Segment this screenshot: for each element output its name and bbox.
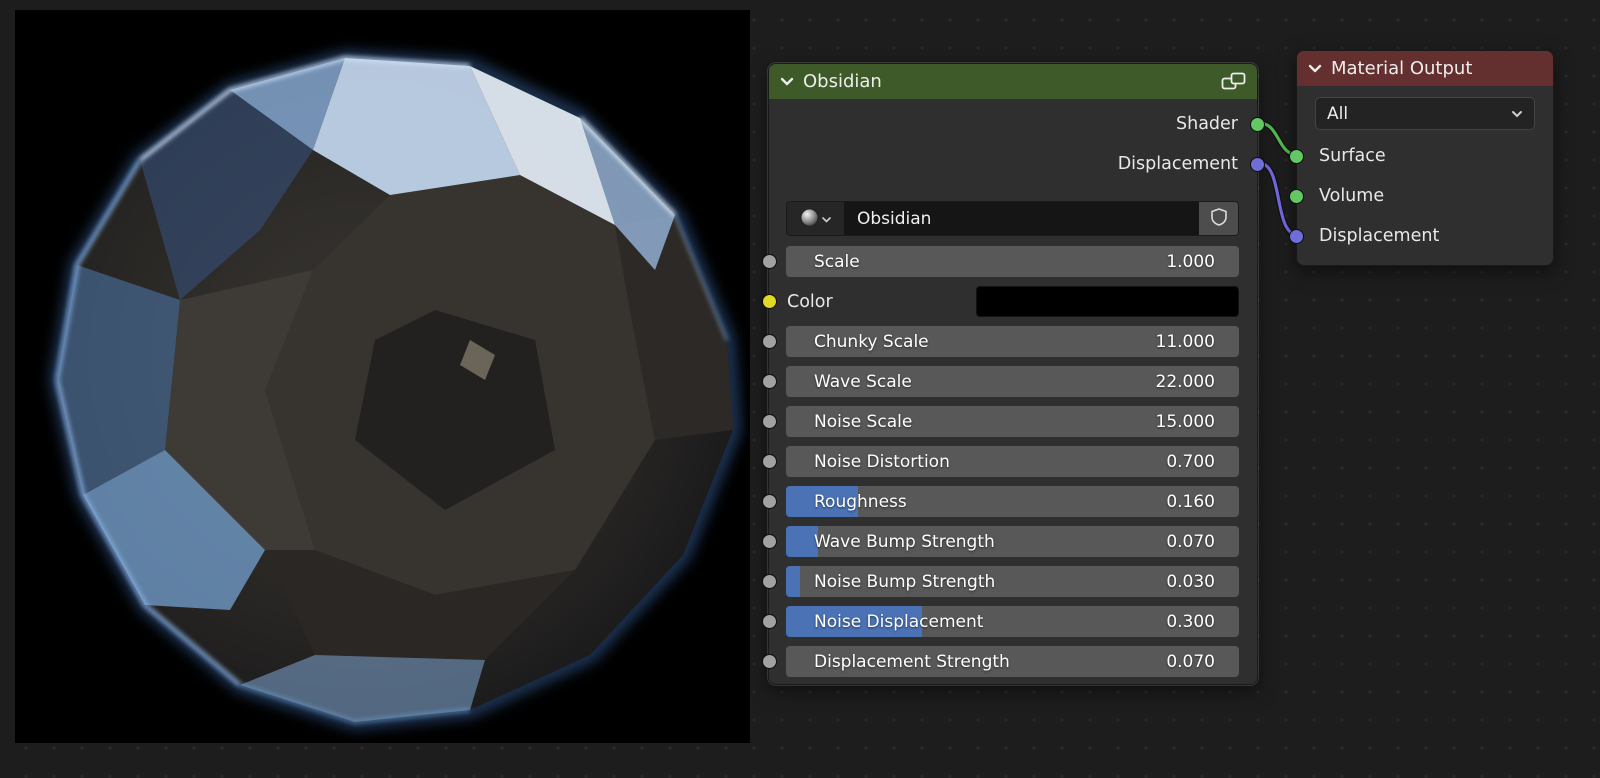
node-editor-canvas[interactable]: Obsidian Shader Displacement	[0, 0, 1600, 778]
scale-input-socket[interactable]	[762, 254, 777, 269]
roughness-input-socket[interactable]	[762, 494, 777, 509]
render-preview	[15, 10, 750, 743]
slider-label: Displacement Strength	[814, 652, 1010, 672]
slider-label: Roughness	[814, 492, 907, 512]
slider-value: 0.300	[1166, 612, 1215, 632]
noise-distortion-slider[interactable]: Noise Distortion 0.700	[786, 446, 1239, 477]
input-row-displacement-strength: Displacement Strength 0.070	[786, 646, 1239, 677]
input-row-color: Color	[786, 286, 1239, 317]
input-row-wave-bump-strength: Wave Bump Strength 0.070	[786, 526, 1239, 557]
surface-input-label: Surface	[1319, 146, 1386, 166]
displacement-output-socket[interactable]	[1250, 157, 1265, 172]
displacement-input-socket[interactable]	[1289, 229, 1304, 244]
input-row-scale: Scale 1.000	[786, 246, 1239, 277]
shader-output-label: Shader	[1176, 114, 1238, 134]
slider-label: Noise Displacement	[814, 612, 983, 632]
slider-value: 1.000	[1166, 252, 1215, 272]
obsidian-rock-render	[15, 10, 750, 743]
noise-bump-strength-slider[interactable]: Noise Bump Strength 0.030	[786, 566, 1239, 597]
noise-displacement-slider[interactable]: Noise Displacement 0.300	[786, 606, 1239, 637]
wave-scale-slider[interactable]: Wave Scale 22.000	[786, 366, 1239, 397]
volume-input-socket[interactable]	[1289, 189, 1304, 204]
input-row-noise-displacement: Noise Displacement 0.300	[786, 606, 1239, 637]
collapse-chevron-icon[interactable]	[1308, 64, 1322, 73]
input-row-noise-scale: Noise Scale 15.000	[786, 406, 1239, 437]
slider-label: Scale	[814, 252, 860, 272]
noise-scale-input-socket[interactable]	[762, 414, 777, 429]
material-name-field[interactable]: Obsidian	[844, 201, 1199, 236]
input-row-wave-scale: Wave Scale 22.000	[786, 366, 1239, 397]
wave-scale-input-socket[interactable]	[762, 374, 777, 389]
volume-input-label: Volume	[1319, 186, 1384, 206]
noise-displacement-input-socket[interactable]	[762, 614, 777, 629]
material-browse-button[interactable]	[786, 201, 844, 236]
shield-icon	[1211, 208, 1227, 229]
slider-value: 0.030	[1166, 572, 1215, 592]
material-output-node[interactable]: Material Output All Surface Volume Displ…	[1296, 50, 1554, 266]
chunky-scale-slider[interactable]: Chunky Scale 11.000	[786, 326, 1239, 357]
slider-value: 0.700	[1166, 452, 1215, 472]
fake-user-button[interactable]	[1199, 201, 1239, 236]
slider-fill	[786, 566, 800, 597]
displacement-input-label: Displacement	[1319, 226, 1439, 246]
slider-label: Noise Scale	[814, 412, 912, 432]
input-row-noise-distortion: Noise Distortion 0.700	[786, 446, 1239, 477]
target-dropdown[interactable]: All	[1315, 97, 1535, 130]
obsidian-node-header[interactable]: Obsidian	[769, 64, 1257, 99]
slider-label: Chunky Scale	[814, 332, 929, 352]
noise-distortion-input-socket[interactable]	[762, 454, 777, 469]
shader-output-socket[interactable]	[1250, 117, 1265, 132]
material-sphere-icon	[800, 208, 819, 230]
input-row-chunky-scale: Chunky Scale 11.000	[786, 326, 1239, 357]
noise-scale-slider[interactable]: Noise Scale 15.000	[786, 406, 1239, 437]
slider-value: 0.070	[1166, 532, 1215, 552]
slider-label: Noise Bump Strength	[814, 572, 995, 592]
surface-input-socket[interactable]	[1289, 149, 1304, 164]
scale-slider[interactable]: Scale 1.000	[786, 246, 1239, 277]
obsidian-input-rows: Scale 1.000 Color Chunky Scale 11.000 Wave Sc…	[786, 246, 1239, 686]
obsidian-node-title: Obsidian	[803, 71, 882, 92]
noise-bump-strength-input-socket[interactable]	[762, 574, 777, 589]
material-selector-row: Obsidian	[786, 201, 1239, 236]
target-dropdown-value: All	[1327, 104, 1348, 124]
displacement-strength-input-socket[interactable]	[762, 654, 777, 669]
slider-value: 15.000	[1156, 412, 1215, 432]
displacement-strength-slider[interactable]: Displacement Strength 0.070	[786, 646, 1239, 677]
slider-value: 22.000	[1156, 372, 1215, 392]
node-group-icon	[1221, 72, 1246, 91]
slider-value: 0.160	[1166, 492, 1215, 512]
collapse-chevron-icon[interactable]	[780, 77, 794, 86]
material-output-title: Material Output	[1331, 58, 1472, 79]
browse-chevron-icon	[822, 211, 831, 226]
slider-label: Noise Distortion	[814, 452, 950, 472]
roughness-slider[interactable]: Roughness 0.160	[786, 486, 1239, 517]
slider-fill	[786, 526, 818, 557]
input-row-roughness: Roughness 0.160	[786, 486, 1239, 517]
color-swatch[interactable]	[976, 286, 1239, 317]
wave-bump-strength-input-socket[interactable]	[762, 534, 777, 549]
dropdown-chevron-icon	[1511, 110, 1523, 118]
slider-value: 0.070	[1166, 652, 1215, 672]
chunky-scale-input-socket[interactable]	[762, 334, 777, 349]
slider-label: Wave Bump Strength	[814, 532, 995, 552]
material-output-header[interactable]: Material Output	[1297, 51, 1553, 86]
slider-label: Wave Scale	[814, 372, 912, 392]
wave-bump-strength-slider[interactable]: Wave Bump Strength 0.070	[786, 526, 1239, 557]
color-row-label: Color	[787, 292, 833, 312]
obsidian-group-node[interactable]: Obsidian Shader Displacement	[768, 63, 1258, 685]
input-row-noise-bump-strength: Noise Bump Strength 0.030	[786, 566, 1239, 597]
displacement-output-label: Displacement	[1118, 154, 1238, 174]
color-input-socket[interactable]	[762, 294, 777, 309]
slider-value: 11.000	[1156, 332, 1215, 352]
